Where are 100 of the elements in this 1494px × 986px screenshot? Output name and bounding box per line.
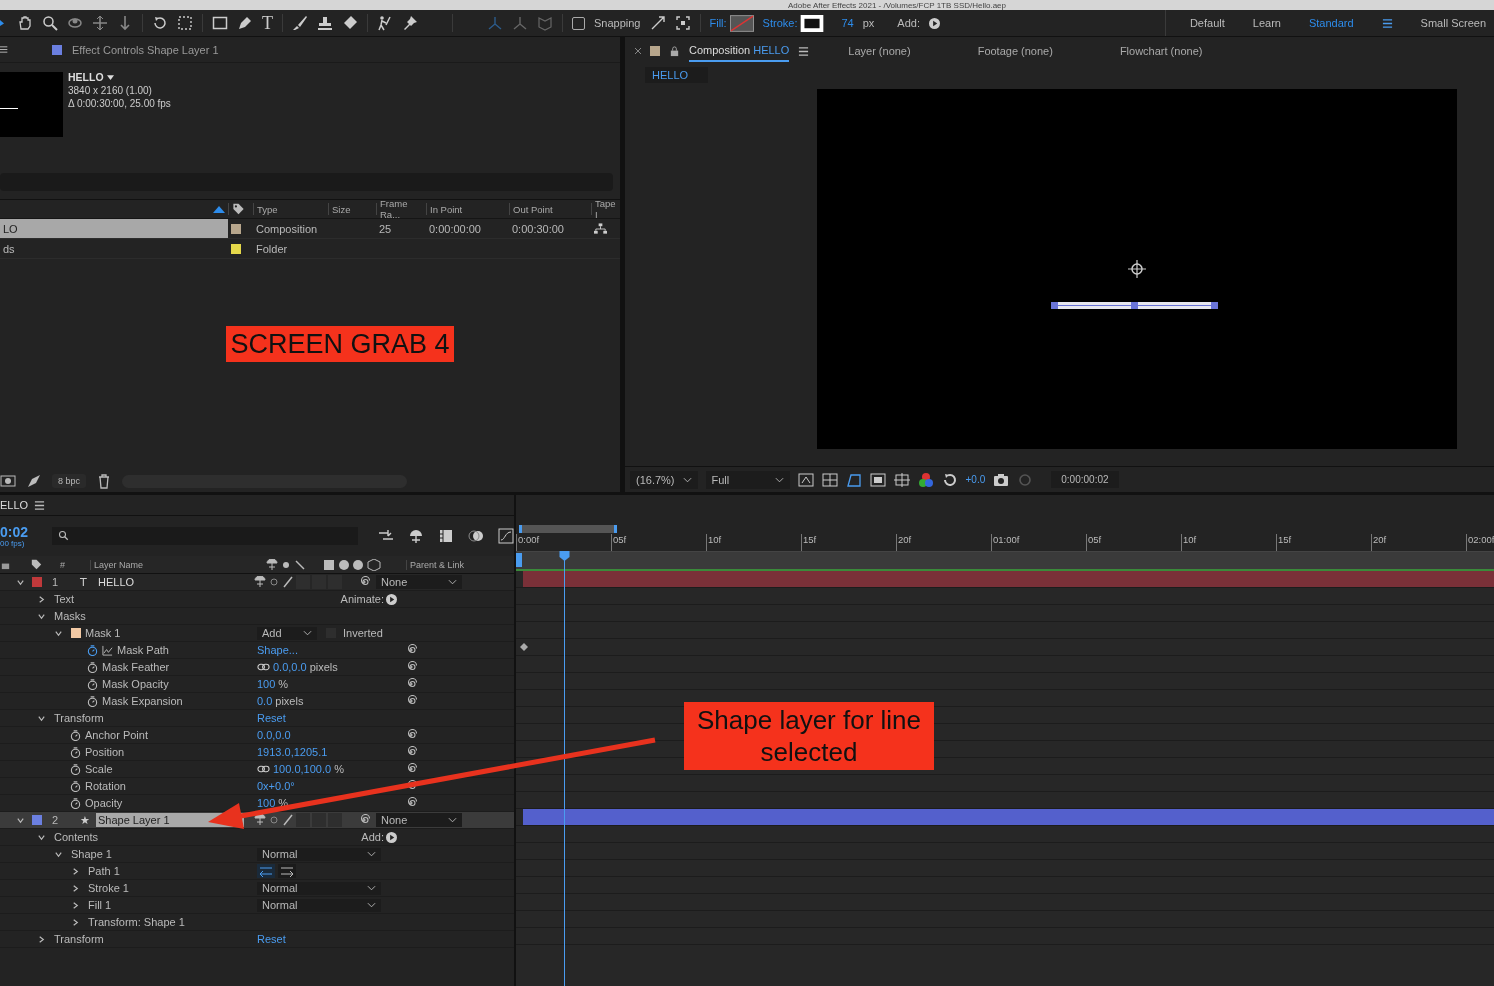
blend-mode-dropdown[interactable]: Normal [257, 881, 381, 895]
viewer-tab[interactable]: Layer (none) [848, 41, 911, 61]
twirl-chevron-icon[interactable] [71, 900, 80, 910]
hand-icon[interactable] [17, 15, 33, 31]
play-circle-icon[interactable] [386, 593, 397, 605]
flowchart-icon[interactable] [594, 222, 607, 235]
reset-link[interactable]: Reset [257, 712, 286, 724]
mask-mode-dropdown[interactable]: Add [257, 626, 317, 640]
region-icon[interactable] [869, 471, 886, 488]
stopwatch-icon[interactable] [87, 678, 98, 690]
viewer-tab[interactable]: Flowchart (none) [1119, 41, 1203, 61]
dashed-square-icon[interactable] [177, 15, 193, 31]
stopwatch-icon[interactable] [87, 695, 98, 707]
pick-whip-icon[interactable] [405, 780, 417, 792]
switch-box[interactable] [328, 575, 342, 589]
keyframe-icon[interactable] [520, 643, 528, 651]
play-circle-icon[interactable] [386, 831, 397, 843]
property-value[interactable]: 0.0 [257, 695, 273, 707]
stopwatch-icon[interactable] [87, 661, 98, 673]
path-direction-button[interactable] [257, 864, 275, 878]
chain-link-icon[interactable] [257, 663, 270, 671]
parent-dropdown[interactable]: None [376, 813, 462, 827]
property-value[interactable]: 100.0,100.0 [273, 763, 332, 775]
puppet-icon[interactable] [377, 15, 393, 31]
tag-icon[interactable] [232, 203, 245, 215]
close-icon[interactable] [635, 48, 641, 54]
property-value[interactable]: 1913.0,1205.1 [257, 746, 328, 758]
parent-dropdown[interactable]: None [376, 575, 462, 589]
column-header[interactable]: # [60, 559, 90, 570]
path-direction-button[interactable] [278, 864, 296, 878]
workspace-tab[interactable]: Standard [1308, 17, 1354, 29]
pick-whip-icon[interactable] [405, 695, 417, 707]
tag-icon[interactable] [31, 559, 42, 570]
reset-exposure-icon[interactable] [941, 471, 958, 488]
stamp-icon[interactable] [317, 15, 333, 31]
twirl-chevron-icon[interactable] [71, 866, 80, 876]
composition-breadcrumb[interactable]: HELLO [645, 67, 709, 83]
property-value[interactable]: 100 [257, 678, 276, 690]
pick-whip-icon[interactable] [358, 576, 370, 588]
orbit-icon[interactable] [67, 15, 83, 31]
graph-editor-icon[interactable] [498, 528, 514, 544]
twirl-chevron-icon[interactable] [71, 883, 80, 893]
chevron-down-icon[interactable] [303, 630, 312, 636]
mask-color-swatch[interactable] [71, 628, 81, 638]
frame-blending-icon[interactable] [438, 528, 454, 544]
chevron-down-icon[interactable] [367, 885, 376, 891]
move-arrows-icon[interactable] [92, 15, 108, 31]
brush-icon[interactable] [292, 15, 308, 31]
time-navigator-bar[interactable] [519, 525, 617, 533]
pick-whip-icon[interactable] [405, 678, 417, 690]
chevron-down-icon[interactable] [367, 902, 376, 908]
rectangle-icon[interactable] [212, 15, 228, 31]
menu-icon[interactable] [34, 499, 46, 511]
reset-link[interactable]: Reset [257, 933, 286, 945]
property-value[interactable]: 0x+0.0° [257, 780, 295, 792]
axis-icon[interactable] [512, 15, 528, 31]
chevron-down-icon[interactable] [367, 851, 376, 857]
switch-box[interactable] [296, 575, 310, 589]
blend-mode-dropdown[interactable]: Normal [257, 898, 381, 912]
chevron-down-icon[interactable] [774, 476, 784, 483]
pick-whip-icon[interactable] [405, 746, 417, 758]
property-value[interactable]: 0.0,0.0 [273, 661, 307, 673]
motion-blur-icon[interactable] [468, 528, 484, 544]
menu-icon[interactable] [1381, 17, 1393, 29]
graph-icon[interactable] [102, 644, 113, 656]
expand-icon[interactable] [674, 15, 691, 31]
mask-visibility-icon[interactable] [845, 471, 862, 488]
play-circle-icon[interactable] [929, 17, 940, 29]
stroke-swatch[interactable] [800, 14, 825, 32]
switch-box[interactable] [328, 813, 342, 827]
layer-switches-icon[interactable] [254, 576, 294, 588]
snapping-checkbox[interactable] [572, 16, 585, 30]
property-value[interactable]: 0.0,0.0 [257, 729, 291, 741]
stopwatch-icon[interactable] [70, 780, 81, 792]
diagonal-arrow-icon[interactable] [649, 15, 666, 31]
viewer-tab[interactable]: Composition HELLO [689, 40, 790, 62]
twirl-chevron-icon[interactable] [37, 594, 46, 604]
column-header[interactable]: Size [332, 203, 351, 215]
dropdown-triangle-icon[interactable] [106, 74, 114, 81]
interpret-footage-icon[interactable] [0, 473, 16, 489]
chevron-down-icon[interactable] [448, 817, 457, 823]
pick-whip-icon[interactable] [405, 763, 417, 775]
switch-box[interactable] [296, 813, 310, 827]
property-value[interactable]: Shape... [257, 644, 298, 656]
label-color-swatch[interactable] [32, 577, 42, 587]
transparency-grid-icon[interactable] [821, 471, 838, 488]
layer-switches-icon[interactable] [254, 814, 294, 826]
down-arrow-icon[interactable] [117, 15, 133, 31]
pick-whip-icon[interactable] [405, 797, 417, 809]
search-icon[interactable] [58, 530, 70, 542]
search-icon[interactable] [42, 15, 58, 31]
rotate-icon[interactable] [152, 15, 168, 31]
text-tool[interactable]: T [262, 14, 273, 32]
current-time-field[interactable]: 0:00:00:02 [1051, 471, 1119, 488]
color-channels-icon[interactable] [917, 471, 934, 488]
workspace-tab[interactable]: Default [1189, 17, 1225, 29]
switch-box[interactable] [312, 575, 326, 589]
zoom-dropdown[interactable]: (16.7%) [630, 470, 698, 489]
twirl-chevron-icon[interactable] [37, 934, 46, 944]
pick-whip-icon[interactable] [358, 814, 370, 826]
